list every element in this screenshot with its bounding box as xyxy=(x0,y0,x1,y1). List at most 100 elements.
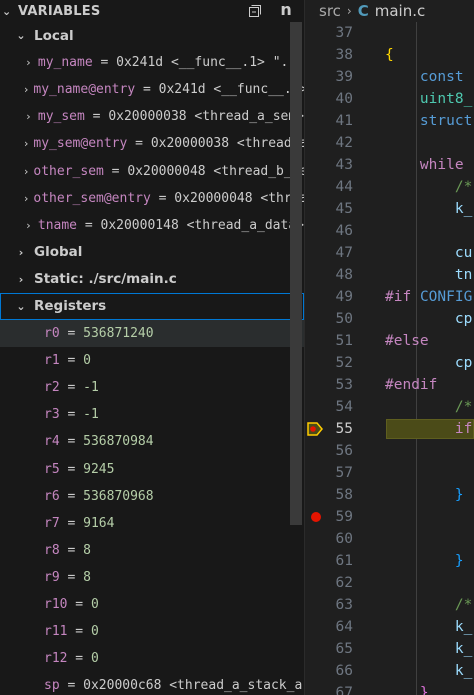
code-line[interactable]: 60 xyxy=(305,528,474,550)
register-row[interactable]: r8 = 8 xyxy=(0,537,304,564)
line-number: 54 xyxy=(335,399,353,415)
collapse-all-icon[interactable] xyxy=(246,2,264,20)
register-row[interactable]: r10 = 0 xyxy=(0,591,304,618)
code-line[interactable]: 55 if xyxy=(305,418,474,440)
scope-global[interactable]: › Global xyxy=(0,239,304,266)
code-line[interactable]: 67 } xyxy=(305,682,474,695)
scope-local[interactable]: ⌄ Local xyxy=(0,22,304,49)
code-line[interactable]: 65 k_ xyxy=(305,638,474,660)
register-row[interactable]: r5 = 9245 xyxy=(0,456,304,483)
variable-row[interactable]: › other_sem = 0x20000048 <thread_b_sem> xyxy=(0,157,304,184)
code-line[interactable]: 40 uint8_ xyxy=(305,88,474,110)
variables-scrollbar[interactable] xyxy=(290,22,302,525)
code-line[interactable]: 61 } xyxy=(305,550,474,572)
code-line[interactable]: 48 tn xyxy=(305,264,474,286)
breadcrumb-file[interactable]: main.c xyxy=(375,2,426,20)
register-row[interactable]: r12 = 0 xyxy=(0,645,304,672)
code-line[interactable]: 50 cp xyxy=(305,308,474,330)
scope-registers[interactable]: ⌄ Registers xyxy=(0,292,304,321)
variable-row[interactable]: ›my_name@entry = 0x241d <__func__.1> "..… xyxy=(0,76,304,103)
line-number: 56 xyxy=(335,443,353,459)
indent-guide xyxy=(416,528,417,550)
code-line[interactable]: 41 struct xyxy=(305,110,474,132)
code-line[interactable]: 64 k_ xyxy=(305,616,474,638)
code-text: /* xyxy=(454,399,473,415)
line-number: 66 xyxy=(335,663,353,679)
code-line[interactable]: 52 cp xyxy=(305,352,474,374)
register-row[interactable]: r7 = 9164 xyxy=(0,510,304,537)
chevron-right-icon: › xyxy=(24,137,29,151)
breadcrumb-folder[interactable]: src xyxy=(319,2,341,20)
variable-row[interactable]: › my_name = 0x241d <__func__.1> "... xyxy=(0,49,304,76)
code-text: const xyxy=(419,69,464,85)
register-row[interactable]: r6 = 536870968 xyxy=(0,483,304,510)
code-line[interactable]: 63 /* xyxy=(305,594,474,616)
register-name: r11 xyxy=(44,624,68,640)
indent-guide xyxy=(416,220,417,242)
register-row[interactable]: r1 = 0 xyxy=(0,347,304,374)
code-text: #else xyxy=(385,333,429,349)
line-number: 42 xyxy=(335,135,353,151)
register-row[interactable]: r11 = 0 xyxy=(0,618,304,645)
variable-value: 0x20000038 <thread_a_sem> xyxy=(150,136,304,152)
code-line[interactable]: 53 #endif xyxy=(305,374,474,396)
line-number: 62 xyxy=(335,575,353,591)
current-line-arrow-icon[interactable] xyxy=(306,420,324,442)
code-line[interactable]: 58 } xyxy=(305,484,474,506)
register-row[interactable]: r0 = 536871240 xyxy=(0,320,304,348)
scope-label: Local xyxy=(34,27,74,44)
breadcrumb: src › C main.c xyxy=(305,0,474,22)
code-line[interactable]: 37 xyxy=(305,22,474,44)
register-row[interactable]: r9 = 8 xyxy=(0,564,304,591)
scope-label: Static: ./src/main.c xyxy=(34,271,177,288)
code-line[interactable]: 47 cu xyxy=(305,242,474,264)
code-line[interactable]: 57 xyxy=(305,462,474,484)
register-row[interactable]: r3 = -1 xyxy=(0,401,304,428)
code-line[interactable]: 39 const xyxy=(305,66,474,88)
variable-row[interactable]: ›my_sem@entry = 0x20000038 <thread_a_sem… xyxy=(0,130,304,157)
registers-list: r0 = 536871240 r1 = 0 r2 = -1 r3 = -1 r4 = 5… xyxy=(0,320,304,695)
panel-more-label[interactable]: n xyxy=(280,0,292,19)
register-row[interactable]: sp = 0x20000c68 <thread_a_stack_area+...… xyxy=(0,672,304,695)
scope-static[interactable]: › Static: ./src/main.c xyxy=(0,266,304,293)
indent-guide xyxy=(416,440,417,462)
code-line[interactable]: 66 k_ xyxy=(305,660,474,682)
line-number: 60 xyxy=(335,531,353,547)
variable-value: 0x241d <__func__.1> "... xyxy=(158,82,304,98)
line-number: 57 xyxy=(335,465,353,481)
register-value: 536871240 xyxy=(83,326,154,342)
code-line[interactable]: 38 { xyxy=(305,44,474,66)
code-line[interactable]: 46 xyxy=(305,220,474,242)
line-number: 52 xyxy=(335,355,353,371)
code-line[interactable]: 44 /* xyxy=(305,176,474,198)
scope-label: Global xyxy=(34,244,83,261)
code-line[interactable]: 49 #if CONFIG xyxy=(305,286,474,308)
code-text: if xyxy=(454,421,473,437)
chevron-right-icon: › xyxy=(26,56,31,70)
code-line[interactable]: 56 xyxy=(305,440,474,462)
register-row[interactable]: r4 = 536870984 xyxy=(0,428,304,455)
indent-guide xyxy=(416,44,417,66)
code-line[interactable]: 62 xyxy=(305,572,474,594)
register-row[interactable]: r2 = -1 xyxy=(0,374,304,401)
variable-row[interactable]: ›other_sem@entry = 0x20000048 <thread_b_… xyxy=(0,185,304,212)
variable-row[interactable]: › my_sem = 0x20000038 <thread_a_sem> xyxy=(0,103,304,130)
chevron-right-icon: › xyxy=(18,272,24,286)
line-number: 61 xyxy=(335,553,353,569)
line-number: 43 xyxy=(335,157,353,173)
variables-panel-header[interactable]: ⌄ VARIABLES n xyxy=(0,0,304,22)
code-line[interactable]: 54 /* xyxy=(305,396,474,418)
code-line[interactable]: 43 while ( xyxy=(305,154,474,176)
code-lines[interactable]: 37 38{39 const 40 uint8_ 41 struct 42 43 whil… xyxy=(305,22,474,695)
register-value: 8 xyxy=(83,569,91,585)
code-line[interactable]: 51 #else xyxy=(305,330,474,352)
register-value: 0x20000c68 <thread_a_stack_area+...> xyxy=(83,678,304,694)
variable-name: other_sem@entry xyxy=(33,190,151,206)
variable-row[interactable]: › tname = 0x20000148 <thread_a_data> xyxy=(0,212,304,239)
register-name: r3 xyxy=(44,407,60,423)
chevron-down-icon: ⌄ xyxy=(2,4,12,18)
breakpoint-icon[interactable] xyxy=(311,512,321,522)
code-line[interactable]: 42 xyxy=(305,132,474,154)
code-line[interactable]: 59 xyxy=(305,506,474,528)
code-line[interactable]: 45 k_ xyxy=(305,198,474,220)
